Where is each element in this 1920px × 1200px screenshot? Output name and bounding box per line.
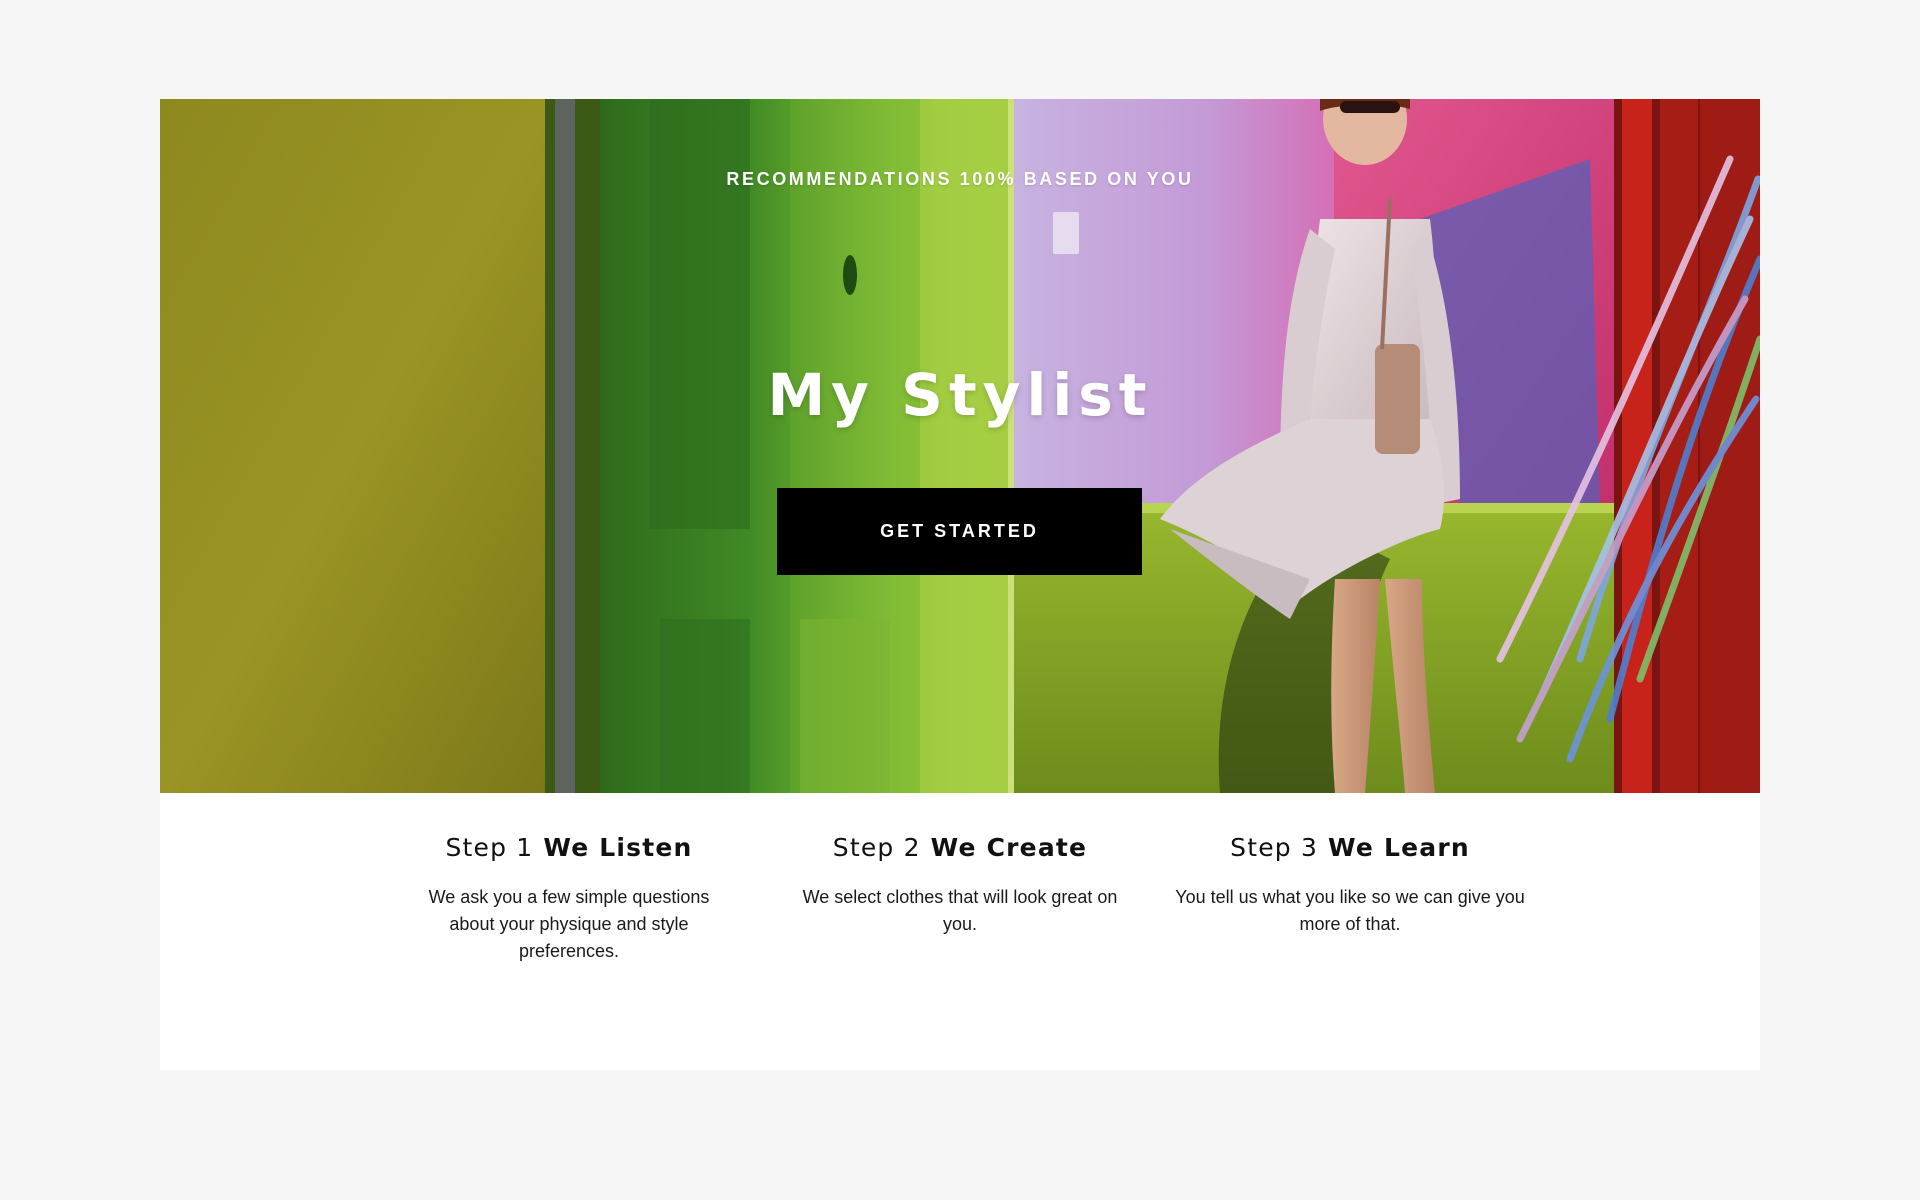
step-create: Step 2 We Create We select clothes that … [780,833,1140,938]
step-name: We Learn [1328,833,1470,862]
step-heading: Step 1 We Listen [389,833,749,862]
step-description: We select clothes that will look great o… [802,887,1118,934]
hero-banner: RECOMMENDATIONS 100% BASED ON YOU My Sty… [160,99,1760,793]
get-started-button[interactable]: GET STARTED [777,488,1142,575]
step-listen: Step 1 We Listen We ask you a few simple… [389,833,749,965]
steps-section: Step 1 We Listen We ask you a few simple… [160,793,1760,1070]
step-heading: Step 2 We Create [780,833,1140,862]
step-number: Step 3 [1230,833,1319,862]
step-learn: Step 3 We Learn You tell us what you lik… [1170,833,1530,938]
stylist-card: RECOMMENDATIONS 100% BASED ON YOU My Sty… [160,99,1760,1070]
step-description: You tell us what you like so we can give… [1175,887,1525,934]
step-name: We Create [930,833,1088,862]
hero-title: My Stylist [767,361,1153,429]
step-number: Step 2 [832,833,921,862]
step-description: We ask you a few simple questions about … [428,887,710,961]
hero-content: RECOMMENDATIONS 100% BASED ON YOU My Sty… [160,99,1760,793]
hero-eyebrow: RECOMMENDATIONS 100% BASED ON YOU [726,169,1194,189]
step-name: We Listen [543,833,693,862]
step-number: Step 1 [445,833,534,862]
step-heading: Step 3 We Learn [1170,833,1530,862]
